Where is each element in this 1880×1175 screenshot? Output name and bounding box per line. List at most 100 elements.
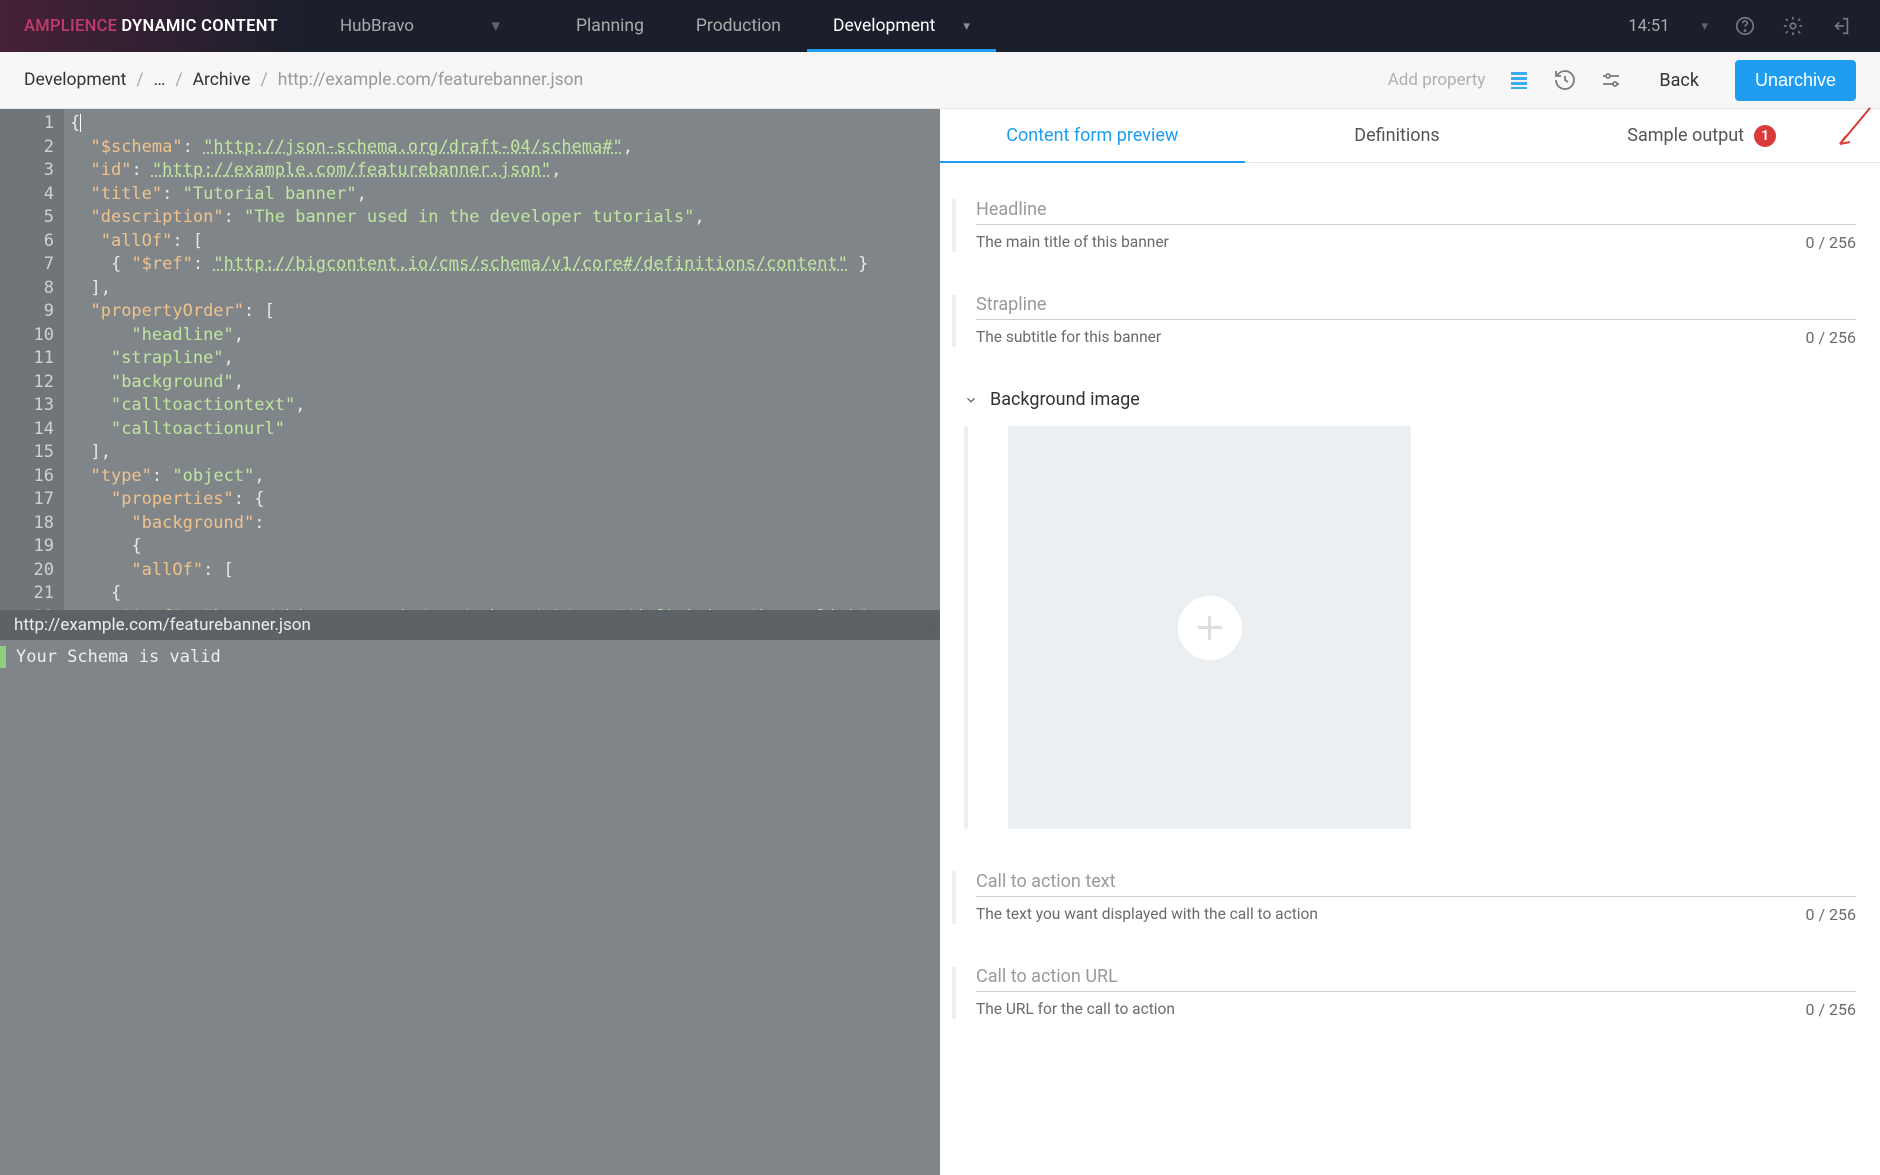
- field-accent-bar: [952, 199, 956, 252]
- toolbar: Development / … / Archive / http://examp…: [0, 52, 1880, 109]
- code-line: "Tutorial banner": [183, 184, 357, 204]
- code-line: "allOf": [131, 560, 203, 580]
- logout-icon[interactable]: [1830, 15, 1852, 37]
- code-line: "calltoactionurl": [111, 419, 285, 439]
- tab-label: Sample output: [1627, 125, 1744, 146]
- field-accent-bar: [964, 426, 968, 829]
- char-count: 0 / 256: [1805, 905, 1856, 924]
- field-hint: The subtitle for this banner: [976, 328, 1161, 346]
- chevron-down-icon: [964, 393, 978, 407]
- field-label[interactable]: Call to action text: [976, 871, 1856, 896]
- code-line: "background": [131, 513, 254, 533]
- preview-body: Headline The main title of this banner 0…: [940, 163, 1880, 1175]
- tab-planning[interactable]: Planning: [550, 0, 670, 52]
- field-cta-url: Call to action URL The URL for the call …: [952, 966, 1856, 1019]
- code-line: "http://example.com/featurebanner.json": [152, 160, 551, 180]
- char-count: 0 / 256: [1805, 328, 1856, 347]
- field-label[interactable]: Call to action URL: [976, 966, 1856, 991]
- form-view-icon[interactable]: [1507, 68, 1531, 92]
- code-editor[interactable]: { "$schema": "http://json-schema.org/dra…: [64, 109, 940, 610]
- unarchive-button[interactable]: Unarchive: [1735, 60, 1856, 101]
- field-hint: The main title of this banner: [976, 233, 1169, 251]
- code-line: "strapline": [111, 348, 224, 368]
- crumb-archive[interactable]: Archive: [193, 70, 251, 90]
- tab-content-form-preview[interactable]: Content form preview: [940, 109, 1245, 162]
- code-line: "type": [90, 466, 151, 486]
- code-line: "allOf": [101, 231, 173, 251]
- chevron-down-icon: ▾: [491, 16, 500, 36]
- tab-production[interactable]: Production: [670, 0, 807, 52]
- scrollbar-thumb[interactable]: [927, 623, 936, 632]
- crumb-ellipsis[interactable]: …: [154, 70, 166, 90]
- nav-tabs: Planning Production Development ▾: [550, 0, 996, 52]
- code-line: "object": [172, 466, 254, 486]
- line-gutter: 1234567891011121314151617181920212223242…: [0, 109, 64, 610]
- add-property-button[interactable]: Add property: [1388, 70, 1486, 90]
- history-icon[interactable]: [1553, 68, 1577, 92]
- toolbar-right: Add property Back Unarchive: [1388, 60, 1856, 101]
- code-line: "title": [90, 184, 162, 204]
- crumb-sep: /: [175, 70, 182, 90]
- hub-selector[interactable]: HubBravo ▾: [310, 0, 530, 52]
- topbar-right: 14:51 ▾: [1628, 15, 1880, 37]
- code-line: "id": [90, 160, 131, 180]
- back-button[interactable]: Back: [1645, 62, 1713, 99]
- gear-icon[interactable]: [1782, 15, 1804, 37]
- chevron-down-icon[interactable]: ▾: [1701, 19, 1708, 34]
- main: 1234567891011121314151617181920212223242…: [0, 109, 1880, 1175]
- code-line: "background": [111, 372, 234, 392]
- editor-body: 1234567891011121314151617181920212223242…: [0, 109, 940, 610]
- editor-fill: [0, 674, 940, 1175]
- field-hint: The text you want displayed with the cal…: [976, 905, 1318, 923]
- field-background-image: Background image: [964, 389, 1856, 829]
- tab-definitions[interactable]: Definitions: [1245, 109, 1550, 162]
- brand-logo: AMPLIENCE DYNAMIC CONTENT: [0, 0, 310, 52]
- tab-sample-output[interactable]: Sample output 1: [1549, 109, 1880, 162]
- group-label: Background image: [990, 389, 1140, 410]
- field-strapline: Strapline The subtitle for this banner 0…: [952, 294, 1856, 347]
- group-header[interactable]: Background image: [964, 389, 1856, 410]
- tab-production-label: Production: [696, 16, 781, 36]
- brand-dc: DYNAMIC CONTENT: [121, 17, 278, 36]
- validation-message: Your Schema is valid: [0, 640, 940, 674]
- code-line: "propertyOrder": [90, 301, 244, 321]
- field-accent-bar: [952, 871, 956, 924]
- preview-pane: Content form preview Definitions Sample …: [940, 109, 1880, 1175]
- code-line: "headline": [131, 325, 233, 345]
- code-line: "calltoactiontext": [111, 395, 295, 415]
- status-file: http://example.com/featurebanner.json: [0, 610, 940, 640]
- field-label[interactable]: Headline: [976, 199, 1856, 224]
- field-headline: Headline The main title of this banner 0…: [952, 199, 1856, 252]
- field-cta-text: Call to action text The text you want di…: [952, 871, 1856, 924]
- editor-pane: 1234567891011121314151617181920212223242…: [0, 109, 940, 1175]
- code-line: "properties": [111, 489, 234, 509]
- breadcrumb: Development / … / Archive / http://examp…: [24, 70, 583, 90]
- tab-development[interactable]: Development ▾: [807, 0, 996, 52]
- tab-planning-label: Planning: [576, 16, 644, 36]
- tab-label: Definitions: [1354, 125, 1439, 146]
- settings-sliders-icon[interactable]: [1599, 68, 1623, 92]
- topbar: AMPLIENCE DYNAMIC CONTENT HubBravo ▾ Pla…: [0, 0, 1880, 52]
- field-accent-bar: [952, 966, 956, 1019]
- code-line: "description": [90, 207, 223, 227]
- char-count: 0 / 256: [1805, 233, 1856, 252]
- crumb-sep: /: [260, 70, 267, 90]
- field-label[interactable]: Strapline: [976, 294, 1856, 319]
- help-icon[interactable]: [1734, 15, 1756, 37]
- field-hint: The URL for the call to action: [976, 1000, 1175, 1018]
- crumb-current: http://example.com/featurebanner.json: [278, 70, 584, 90]
- crumb-sep: /: [136, 70, 143, 90]
- add-image-button[interactable]: [1178, 596, 1242, 660]
- hub-name: HubBravo: [340, 16, 414, 36]
- preview-tabs: Content form preview Definitions Sample …: [940, 109, 1880, 163]
- code-line: {: [70, 113, 80, 133]
- code-line: "http://bigcontent.io/cms/schema/v1/core…: [213, 254, 848, 274]
- error-badge: 1: [1754, 125, 1776, 147]
- image-drop-zone[interactable]: [1008, 426, 1411, 829]
- char-count: 0 / 256: [1805, 1000, 1856, 1019]
- code-line: "http://json-schema.org/draft-04/schema#…: [203, 137, 623, 157]
- code-line: "$schema": [90, 137, 182, 157]
- clock-label: 14:51: [1628, 17, 1669, 36]
- code-line: "$ref": [131, 254, 192, 274]
- crumb-development[interactable]: Development: [24, 70, 126, 90]
